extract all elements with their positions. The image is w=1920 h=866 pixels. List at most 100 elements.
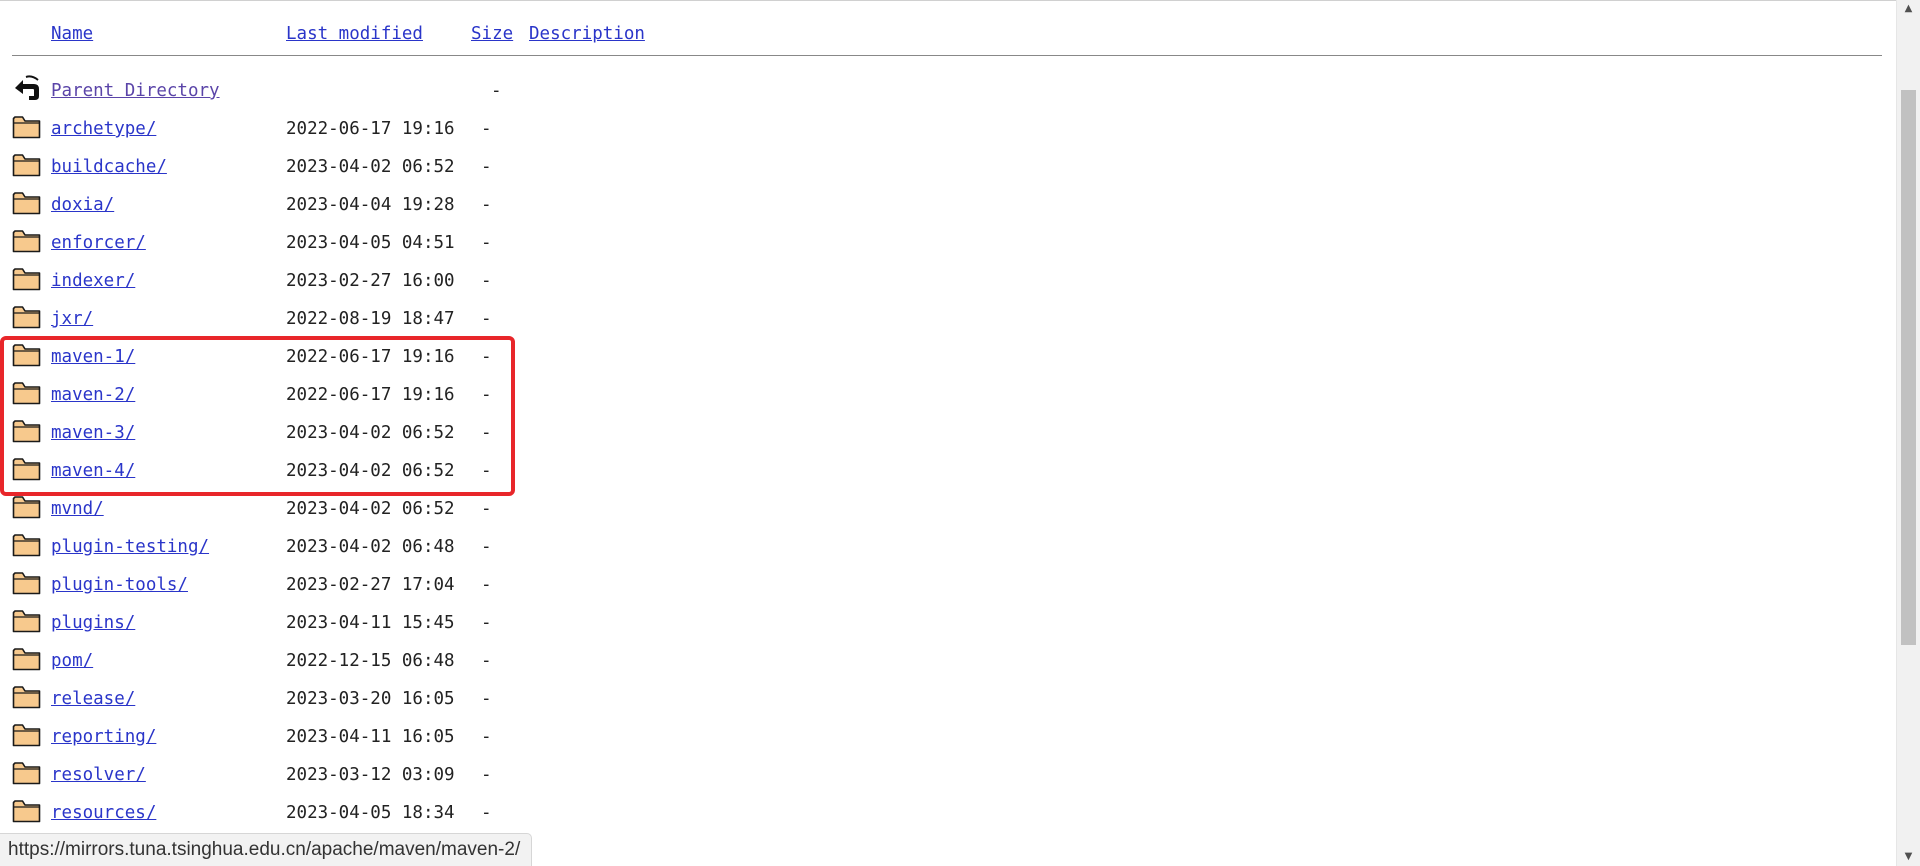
directory-entry-row: reporting/2023-04-11 16:05 - (12, 717, 1882, 755)
folder-icon (12, 496, 41, 519)
directory-entry-row: resources/2023-04-05 18:34 - (12, 793, 1882, 831)
size: - (481, 575, 492, 595)
last-modified: 2023-02-27 17:04 (286, 575, 455, 595)
directory-link[interactable]: plugins/ (51, 613, 135, 633)
last-modified: 2023-04-02 06:52 (286, 499, 455, 519)
entry-list: archetype/2022-06-17 19:16- buildcache/20… (12, 109, 1882, 831)
parent-directory-link[interactable]: Parent Directory (51, 81, 220, 101)
directory-link[interactable]: reporting/ (51, 727, 156, 747)
size: - (481, 499, 492, 519)
directory-listing-page: Name Last modified Size Description Pare… (0, 0, 1920, 866)
last-modified: 2023-04-11 15:45 (286, 613, 455, 633)
last-modified: 2023-03-20 16:05 (286, 689, 455, 709)
directory-link[interactable]: resolver/ (51, 765, 146, 785)
directory-link[interactable]: mvnd/ (51, 499, 104, 519)
folder-icon (12, 344, 41, 367)
folder-icon (12, 230, 41, 253)
directory-entry-row: pom/2022-12-15 06:48 - (12, 641, 1882, 679)
size: - (481, 765, 492, 785)
directory-link[interactable]: plugin-tools/ (51, 575, 188, 595)
directory-link[interactable]: enforcer/ (51, 233, 146, 253)
last-modified: 2022-06-17 19:16 (286, 119, 455, 139)
directory-entry-row: mvnd/2023-04-02 06:52 - (12, 489, 1882, 527)
size: - (481, 537, 492, 557)
folder-icon (12, 686, 41, 709)
folder-icon (12, 648, 41, 671)
vertical-scrollbar[interactable]: ▲ ▼ (1896, 0, 1920, 866)
directory-entry-row: plugin-testing/2023-04-02 06:48 - (12, 527, 1882, 565)
folder-icon (12, 382, 41, 405)
folder-icon (12, 458, 41, 481)
size: - (481, 803, 492, 823)
folder-icon (12, 268, 41, 291)
size: - (481, 271, 492, 291)
size: - (481, 651, 492, 671)
folder-icon (12, 762, 41, 785)
scroll-down-arrow-icon[interactable]: ▼ (1897, 848, 1920, 866)
directory-link[interactable]: buildcache/ (51, 157, 167, 177)
scrollbar-thumb[interactable] (1901, 90, 1916, 645)
size: - (481, 195, 492, 215)
file-listing: Name Last modified Size Description Pare… (12, 21, 1882, 831)
size: - (481, 689, 492, 709)
size: - (481, 309, 492, 329)
size: - (481, 157, 492, 177)
header-divider (12, 55, 1882, 56)
last-modified: 2023-02-27 16:00 (286, 271, 455, 291)
directory-link[interactable]: maven-3/ (51, 423, 135, 443)
last-modified: 2022-12-15 06:48 (286, 651, 455, 671)
directory-link[interactable]: indexer/ (51, 271, 135, 291)
directory-entry-row: buildcache/2023-04-02 06:52 - (12, 147, 1882, 185)
directory-link[interactable]: doxia/ (51, 195, 114, 215)
directory-entry-row: maven-2/2022-06-17 19:16 - (12, 375, 1882, 413)
parent-directory-row: Parent Directory - (12, 71, 1882, 109)
directory-link[interactable]: release/ (51, 689, 135, 709)
directory-entry-row: plugin-tools/2023-02-27 17:04 - (12, 565, 1882, 603)
size: - (481, 233, 492, 253)
directory-entry-row: maven-3/2023-04-02 06:52 - (12, 413, 1882, 451)
parent-size: - (491, 81, 502, 101)
last-modified: 2023-04-04 19:28 (286, 195, 455, 215)
size: - (481, 423, 492, 443)
sort-by-size-link[interactable]: Size (471, 24, 513, 44)
directory-entry-row: indexer/2023-02-27 16:00 - (12, 261, 1882, 299)
folder-icon (12, 724, 41, 747)
last-modified: 2023-03-12 03:09 (286, 765, 455, 785)
directory-link[interactable]: pom/ (51, 651, 93, 671)
folder-icon (12, 610, 41, 633)
directory-link[interactable]: jxr/ (51, 309, 93, 329)
size: - (481, 613, 492, 633)
last-modified: 2023-04-11 16:05 (286, 727, 455, 747)
directory-link[interactable]: maven-1/ (51, 347, 135, 367)
last-modified: 2023-04-02 06:52 (286, 157, 455, 177)
sort-by-last-modified-link[interactable]: Last modified (286, 24, 423, 44)
folder-icon (12, 572, 41, 595)
column-header-row: Name Last modified Size Description (12, 21, 1882, 49)
folder-icon (12, 192, 41, 215)
last-modified: 2023-04-05 04:51 (286, 233, 455, 253)
directory-link[interactable]: maven-2/ (51, 385, 135, 405)
folder-icon (12, 534, 41, 557)
last-modified: 2022-06-17 19:16 (286, 347, 455, 367)
directory-entry-row: plugins/2023-04-11 15:45 - (12, 603, 1882, 641)
last-modified: 2022-08-19 18:47 (286, 309, 455, 329)
top-border (0, 0, 1897, 1)
directory-link[interactable]: resources/ (51, 803, 156, 823)
size: - (481, 385, 492, 405)
size: - (481, 727, 492, 747)
back-arrow-icon (15, 75, 39, 100)
sort-by-description-link[interactable]: Description (529, 24, 645, 44)
directory-link[interactable]: archetype/ (51, 119, 156, 139)
directory-entry-row: jxr/2022-08-19 18:47 - (12, 299, 1882, 337)
scroll-up-arrow-icon[interactable]: ▲ (1897, 0, 1920, 18)
sort-by-name-link[interactable]: Name (51, 24, 93, 44)
directory-link[interactable]: plugin-testing/ (51, 537, 209, 557)
folder-icon (12, 306, 41, 329)
last-modified: 2023-04-02 06:52 (286, 423, 455, 443)
size: - (481, 119, 492, 139)
folder-icon (12, 116, 41, 139)
last-modified: 2023-04-02 06:48 (286, 537, 455, 557)
directory-link[interactable]: maven-4/ (51, 461, 135, 481)
last-modified: 2023-04-02 06:52 (286, 461, 455, 481)
directory-entry-row: release/2023-03-20 16:05 - (12, 679, 1882, 717)
